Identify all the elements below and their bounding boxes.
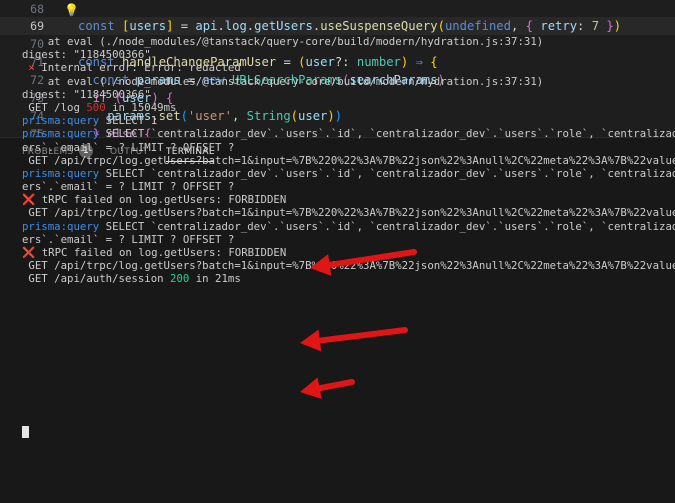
annotation-arrow-head (310, 254, 332, 276)
annotation-arrow-head (300, 377, 322, 400)
annotation-arrow-shaft (326, 249, 417, 268)
annotation-arrow-head (300, 329, 322, 352)
annotation-arrow-shaft (316, 327, 408, 344)
annotation-arrow-shaft (316, 379, 355, 392)
annotation-arrows (300, 249, 417, 400)
